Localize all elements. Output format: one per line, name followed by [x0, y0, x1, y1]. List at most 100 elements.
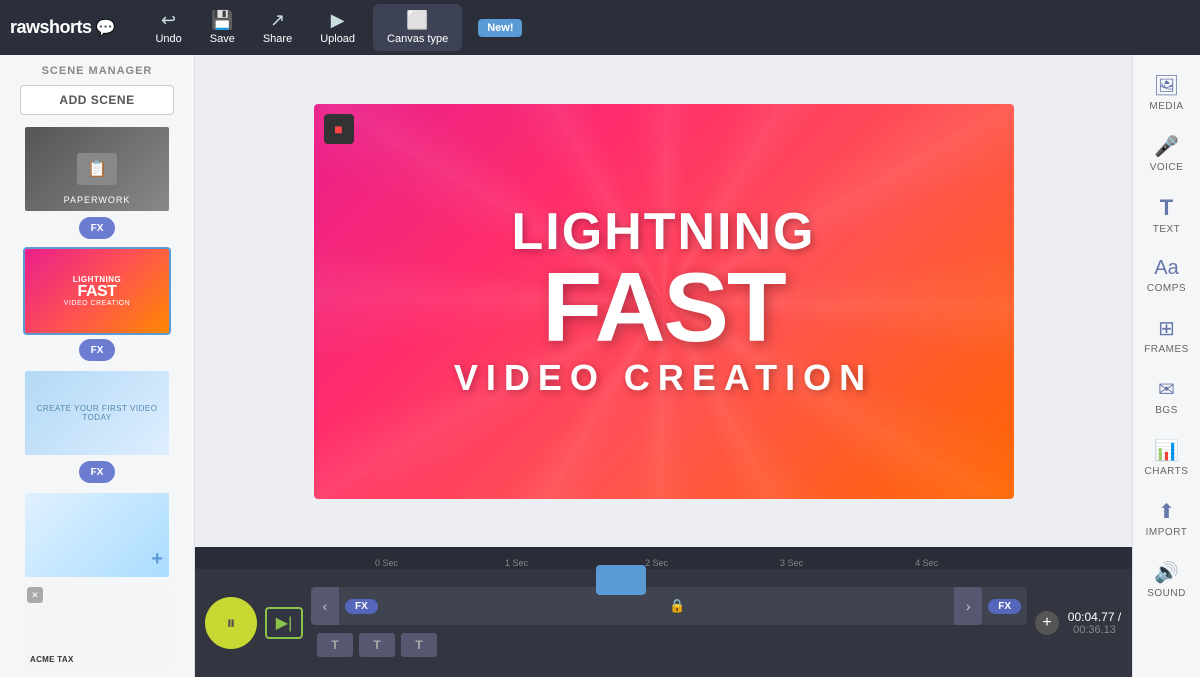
import-label: IMPORT	[1146, 527, 1188, 538]
canvas-text-fast: FAST	[542, 258, 784, 356]
comps-icon: Aa	[1154, 257, 1178, 280]
tool-sound[interactable]: 🔊 SOUND	[1138, 552, 1196, 607]
logo-text: rawshorts	[10, 17, 92, 38]
play-pause-button[interactable]: ⏸	[205, 597, 257, 649]
track-nav-right[interactable]: ›	[954, 587, 982, 625]
logo-area: rawshorts 💬	[10, 17, 115, 38]
record-icon: ■	[324, 114, 354, 144]
center-content: ■ LIGHTNING FAST VIDEO CREATION 0 Sec 1 …	[195, 55, 1132, 677]
sound-icon: 🔊	[1154, 560, 1179, 585]
timeline-ruler: 0 Sec 1 Sec 2 Sec 3 Sec 4 Sec	[195, 547, 1132, 569]
main-track: ‹ FX 🔒 › FX	[311, 587, 1027, 625]
upload-label: Upload	[320, 33, 355, 45]
scene-thumbnail-1: 📋 PAPERWORK	[23, 125, 171, 213]
share-label: Share	[263, 33, 292, 45]
timeline: 0 Sec 1 Sec 2 Sec 3 Sec 4 Sec ⏸ ▶|	[195, 547, 1132, 677]
playhead-marker	[596, 565, 646, 595]
total-time: 00:36.13	[1073, 624, 1116, 636]
tool-media[interactable]: 🖼 MEDIA	[1138, 65, 1196, 120]
ruler-mark-3: 3 Sec	[780, 558, 803, 568]
canvas-type-button[interactable]: ⬜ Canvas type	[373, 4, 462, 51]
voice-label: VOICE	[1150, 162, 1184, 173]
track-nav-left[interactable]: ‹	[311, 587, 339, 625]
text-block-3[interactable]: T	[401, 633, 437, 657]
topbar: rawshorts 💬 ↩ Undo 💾 Save ↗ Share ▶ Uplo…	[0, 0, 1200, 55]
undo-icon: ↩	[161, 10, 176, 31]
scene-item-5[interactable]: ✕ ACME TAX	[23, 583, 171, 671]
add-scene-button[interactable]: ADD SCENE	[20, 85, 174, 115]
frames-label: FRAMES	[1144, 344, 1189, 355]
scene-item-2[interactable]: LIGHTNING FAST VIDEO CREATION FX	[23, 247, 171, 365]
bgs-label: BGs	[1155, 405, 1178, 416]
main-canvas[interactable]: LIGHTNING FAST VIDEO CREATION	[314, 104, 1014, 499]
save-button[interactable]: 💾 Save	[200, 6, 245, 49]
thumb-paperwork: 📋 PAPERWORK	[25, 127, 169, 211]
text-icon: T	[1160, 195, 1173, 221]
canvas-type-icon: ⬜	[406, 10, 428, 31]
track-fx-button[interactable]: FX	[345, 599, 378, 614]
current-time: 00:04.77 /	[1068, 610, 1121, 624]
right-sidebar: 🖼 MEDIA 🎤 VOICE T TEXT Aa COMPS ⊞ FRAMES…	[1132, 55, 1200, 677]
thumb-lightning: LIGHTNING FAST VIDEO CREATION	[25, 249, 169, 333]
import-icon: ⬆	[1158, 499, 1175, 524]
undo-label: Undo	[155, 33, 181, 45]
text-block-2[interactable]: T	[359, 633, 395, 657]
comps-label: COMPS	[1147, 283, 1186, 294]
thumb-blue2: +	[25, 493, 169, 577]
fx-badge-3[interactable]: FX	[79, 461, 115, 483]
thumb-lightning-text2: FAST	[78, 284, 117, 300]
timeline-text-row: T T T	[311, 631, 1027, 659]
scene-thumbnail-3: CREATE YOUR FIRST VIDEO TODAY	[23, 369, 171, 457]
play-pause-icon: ⏸	[227, 613, 236, 634]
tool-charts[interactable]: 📊 CHARTS	[1138, 430, 1196, 485]
timeline-body: ⏸ ▶| ‹ FX	[195, 569, 1132, 677]
add-track-button[interactable]: +	[1035, 611, 1059, 635]
tool-comps[interactable]: Aa COMPS	[1138, 249, 1196, 302]
frames-icon: ⊞	[1158, 316, 1175, 341]
track-fx-button-right[interactable]: FX	[988, 599, 1021, 614]
bgs-icon: ✉	[1158, 377, 1175, 402]
thumb-blue-abstract: CREATE YOUR FIRST VIDEO TODAY	[25, 371, 169, 455]
scene-item-1[interactable]: 📋 PAPERWORK FX	[23, 125, 171, 243]
text-block-1[interactable]: T	[317, 633, 353, 657]
main-area: SCENE MANAGER ADD SCENE 📋 PAPERWORK FX	[0, 55, 1200, 677]
save-icon: 💾	[211, 10, 233, 31]
canvas-text-creation: VIDEO CREATION	[454, 360, 873, 396]
tool-text[interactable]: T TEXT	[1138, 187, 1196, 243]
scene-thumbnail-5: ACME TAX	[23, 583, 171, 671]
thumb-acme: ACME TAX	[25, 585, 169, 669]
thumb-blue-abstract-text: CREATE YOUR FIRST VIDEO TODAY	[29, 404, 165, 422]
thumb-lightning-text3: VIDEO CREATION	[64, 300, 130, 307]
ruler-mark-0: 0 Sec	[375, 558, 398, 568]
toolbar: ↩ Undo 💾 Save ↗ Share ▶ Upload ⬜ Canvas …	[145, 4, 522, 51]
tool-voice[interactable]: 🎤 VOICE	[1138, 126, 1196, 181]
track-playhead	[621, 565, 623, 625]
fx-badge-1[interactable]: FX	[79, 217, 115, 239]
upload-button[interactable]: ▶ Upload	[310, 6, 365, 49]
sound-label: SOUND	[1147, 588, 1186, 599]
scene-item-3[interactable]: CREATE YOUR FIRST VIDEO TODAY FX	[23, 369, 171, 487]
share-button[interactable]: ↗ Share	[253, 6, 302, 49]
track-lock-icon: 🔒	[669, 598, 685, 614]
scene-item-4[interactable]: +	[23, 491, 171, 579]
ruler-mark-1: 1 Sec	[505, 558, 528, 568]
tool-bgs[interactable]: ✉ BGs	[1138, 369, 1196, 424]
fx-badge-2[interactable]: FX	[79, 339, 115, 361]
paperwork-doc-icon: 📋	[87, 159, 107, 179]
upload-icon: ▶	[331, 10, 345, 31]
scene-manager-title: SCENE MANAGER	[0, 55, 194, 85]
charts-icon: 📊	[1154, 438, 1179, 463]
tool-import[interactable]: ⬆ IMPORT	[1138, 491, 1196, 546]
timeline-track-area: ‹ FX 🔒 › FX T T	[311, 587, 1027, 659]
add-to-scene-icon: +	[151, 548, 163, 571]
step-forward-button[interactable]: ▶|	[265, 607, 303, 639]
canvas-area: ■ LIGHTNING FAST VIDEO CREATION	[195, 55, 1132, 547]
ruler-mark-2: 2 Sec	[645, 558, 668, 568]
text-label: TEXT	[1153, 224, 1181, 235]
undo-button[interactable]: ↩ Undo	[145, 6, 191, 49]
scene-thumbnail-4: +	[23, 491, 171, 579]
canvas-text-lightning: LIGHTNING	[512, 206, 816, 258]
tool-frames[interactable]: ⊞ FRAMES	[1138, 308, 1196, 363]
x-badge: ✕	[27, 587, 43, 603]
logo-icon: 💬	[96, 18, 116, 38]
